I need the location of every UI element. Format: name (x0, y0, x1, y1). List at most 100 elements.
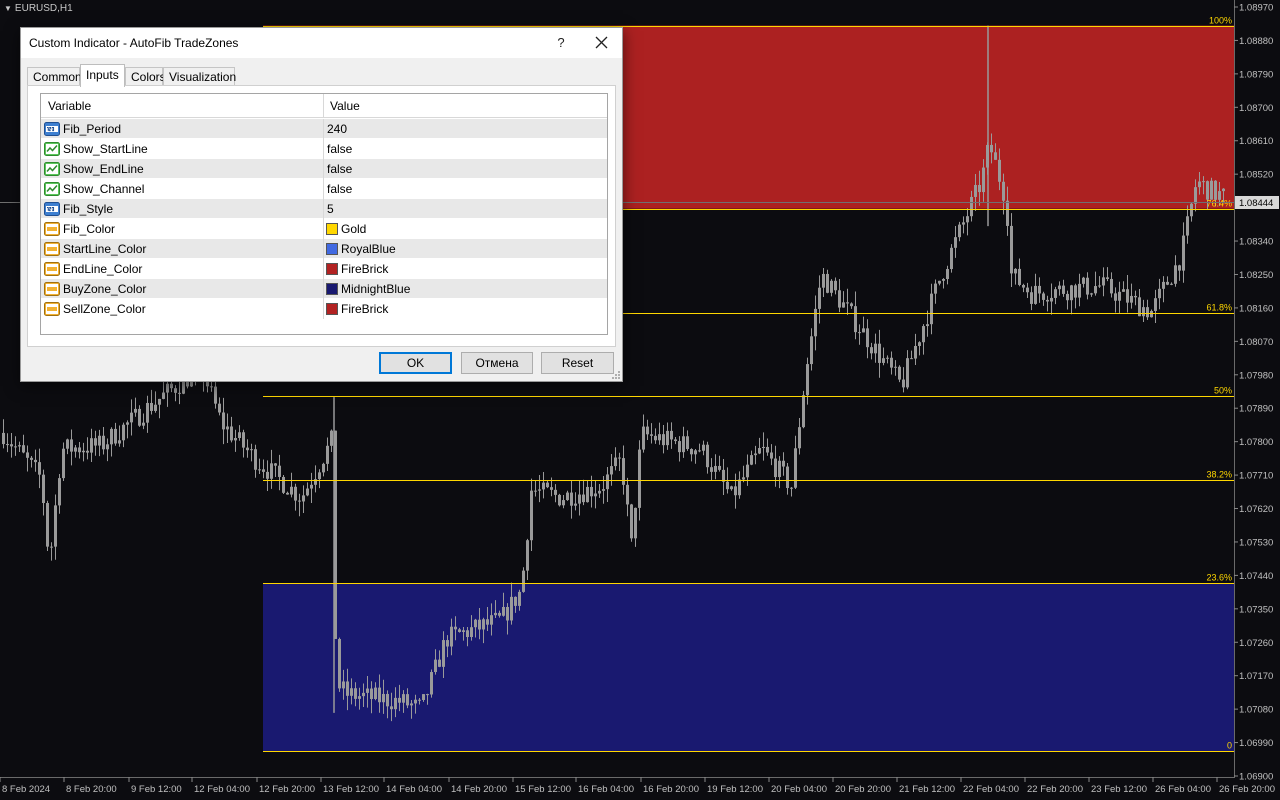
reset-button[interactable]: Reset (541, 352, 614, 374)
candle-body (694, 450, 697, 455)
input-row-endline-color[interactable]: EndLine_Color FireBrick (41, 259, 607, 279)
candle-body (366, 688, 369, 693)
candle-body (82, 450, 85, 453)
variable-value[interactable]: FireBrick (341, 302, 388, 316)
resize-grip-icon[interactable] (611, 370, 621, 380)
input-row-startline-color[interactable]: StartLine_Color RoyalBlue (41, 239, 607, 259)
input-row-fib-period[interactable]: Fib_Period 240 (41, 119, 607, 139)
tab-common[interactable]: Common (27, 67, 82, 86)
table-header: Variable Value (41, 94, 607, 118)
cell-divider (323, 239, 324, 259)
candle-body (590, 486, 593, 497)
tab-visualization[interactable]: Visualization (163, 67, 236, 86)
cell-divider (323, 139, 324, 159)
time-tick-label: 19 Feb 12:00 (707, 784, 763, 795)
column-header-value[interactable]: Value (330, 99, 360, 113)
candle-body (894, 366, 897, 368)
candle-body (802, 395, 805, 428)
tab-colors[interactable]: Colors (125, 67, 166, 86)
candle-body (278, 465, 281, 477)
price-tick-label: 1.07080 (1239, 705, 1273, 716)
help-button[interactable]: ? (551, 32, 571, 54)
candle-body (1114, 293, 1117, 301)
input-row-sellzone-color[interactable]: SellZone_Color FireBrick (41, 299, 607, 319)
column-divider[interactable] (323, 94, 324, 118)
candle-body (1178, 265, 1181, 271)
time-tick-label: 22 Feb 20:00 (1027, 784, 1083, 795)
candle-body (226, 426, 229, 430)
candle-body (742, 477, 745, 480)
close-button[interactable] (589, 32, 613, 54)
candle-body (1186, 216, 1189, 236)
time-tick-label: 12 Feb 20:00 (259, 784, 315, 795)
color-type-icon (44, 282, 60, 296)
candle-body (598, 490, 601, 494)
candle-body (990, 144, 993, 153)
variable-value[interactable]: RoyalBlue (341, 242, 396, 256)
candle-body (294, 486, 297, 501)
candle-body (730, 486, 733, 490)
candle-body (34, 459, 37, 463)
variable-value[interactable]: false (327, 182, 352, 196)
candle-body (662, 434, 665, 446)
candle-body (666, 430, 669, 446)
variable-value[interactable]: false (327, 162, 352, 176)
candle-body (982, 167, 985, 193)
candle-body (594, 493, 597, 497)
price-tick-label: 1.07620 (1239, 504, 1273, 515)
variable-value[interactable]: MidnightBlue (341, 282, 410, 296)
candle-body (386, 693, 389, 707)
collapse-triangle-icon[interactable]: ▼ (4, 4, 12, 13)
candle-body (94, 438, 97, 446)
variable-value[interactable]: 240 (327, 122, 347, 136)
candle-body (906, 358, 909, 388)
candle-body (458, 629, 461, 632)
candle-body (42, 474, 45, 504)
boolean-type-icon (44, 182, 60, 196)
candle-body (122, 424, 125, 441)
candle-body (926, 324, 929, 327)
candle-body (482, 619, 485, 630)
candle-body (578, 494, 581, 504)
candle-body (410, 703, 413, 706)
candle-body (1058, 285, 1061, 290)
candle-body (958, 224, 961, 238)
variable-value[interactable]: false (327, 142, 352, 156)
candle-body (922, 326, 925, 343)
variable-value[interactable]: Gold (341, 222, 366, 236)
candle-body (550, 487, 553, 490)
color-swatch[interactable] (326, 243, 338, 255)
candle-body (1182, 235, 1185, 271)
color-swatch[interactable] (326, 283, 338, 295)
fib-level-label: 61.8% (1206, 303, 1232, 313)
cell-divider (323, 119, 324, 139)
candle-body (1002, 181, 1005, 201)
candle-body (846, 302, 849, 304)
color-swatch[interactable] (326, 223, 338, 235)
cancel-button[interactable]: Отмена (461, 352, 533, 374)
variable-value[interactable]: 5 (327, 202, 334, 216)
candle-body (654, 435, 657, 441)
candle-body (746, 464, 749, 478)
color-type-icon (44, 242, 60, 256)
candle-body (822, 273, 825, 288)
candle-body (166, 383, 169, 393)
input-row-show-startline[interactable]: Show_StartLine false (41, 139, 607, 159)
candle-body (770, 452, 773, 459)
candle-body (706, 444, 709, 468)
dialog-titlebar[interactable]: Custom Indicator - AutoFib TradeZones ? (21, 28, 622, 58)
time-tick-label: 26 Feb 20:00 (1219, 784, 1275, 795)
input-row-show-endline[interactable]: Show_EndLine false (41, 159, 607, 179)
candle-body (886, 357, 889, 359)
column-header-variable[interactable]: Variable (48, 99, 91, 113)
input-row-fib-color[interactable]: Fib_Color Gold (41, 219, 607, 239)
candle-body (1042, 293, 1045, 300)
input-row-buyzone-color[interactable]: BuyZone_Color MidnightBlue (41, 279, 607, 299)
color-swatch[interactable] (326, 263, 338, 275)
color-swatch[interactable] (326, 303, 338, 315)
variable-value[interactable]: FireBrick (341, 262, 388, 276)
input-row-fib-style[interactable]: Fib_Style 5 (41, 199, 607, 219)
tab-inputs[interactable]: Inputs (80, 64, 125, 87)
ok-button[interactable]: OK (379, 352, 452, 374)
input-row-show-channel[interactable]: Show_Channel false (41, 179, 607, 199)
